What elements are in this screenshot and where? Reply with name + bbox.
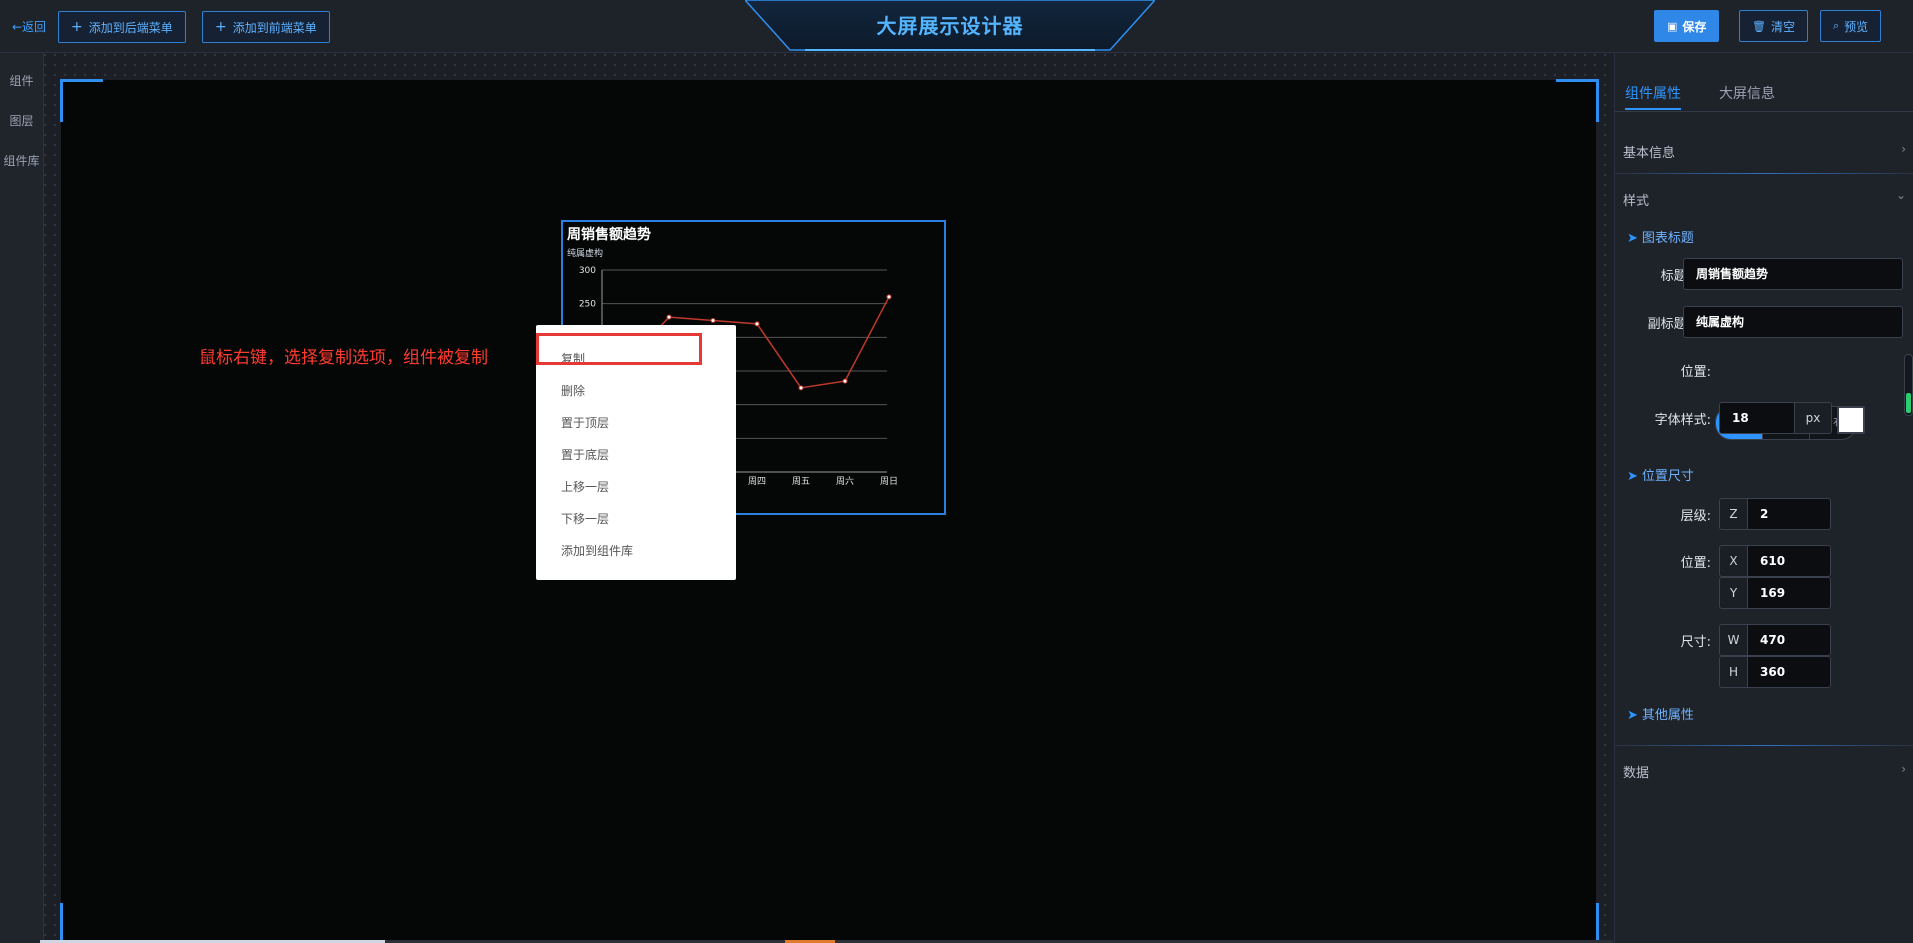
search-icon: ⌕: [1833, 19, 1840, 32]
y-position-input[interactable]: 169: [1747, 577, 1831, 609]
preview-button[interactable]: ⌕ 预览: [1820, 10, 1882, 42]
canvas-corner: [60, 903, 103, 943]
x-tick-label: 周日: [880, 476, 898, 487]
menu-item-bring-to-front[interactable]: 置于顶层: [561, 414, 609, 431]
subsection-position-size-label: 位置尺寸: [1641, 469, 1694, 484]
chevron-down-icon[interactable]: ⌄: [1896, 188, 1906, 202]
title-position-label: 位置:: [1680, 365, 1711, 380]
font-unit-label: px: [1794, 402, 1832, 434]
tab-underline: [1625, 108, 1681, 110]
back-link[interactable]: ←返回: [12, 18, 46, 35]
save-button[interactable]: ▣ 保存: [1654, 10, 1720, 42]
sidebar-item-component-library[interactable]: 组件库: [0, 141, 43, 181]
arrow-right-icon: ➤: [1627, 231, 1638, 246]
height-input[interactable]: 360: [1747, 656, 1831, 688]
position-xy-label: 位置:: [1680, 556, 1711, 571]
panel-tabs: 组件属性 大屏信息: [1615, 53, 1913, 112]
clear-button[interactable]: 🗑 清空: [1739, 10, 1808, 42]
instruction-annotation: 鼠标右键，选择复制选项，组件被复制: [199, 348, 488, 368]
tab-component-properties[interactable]: 组件属性: [1625, 83, 1681, 103]
arrow-right-icon: ➤: [1627, 708, 1638, 723]
canvas-corner: [60, 79, 103, 122]
sidebar-item-layers[interactable]: 图层: [0, 101, 43, 141]
subsection-position-size[interactable]: ➤ 位置尺寸: [1627, 465, 1694, 484]
subsection-other-properties[interactable]: ➤ 其他属性: [1627, 704, 1694, 723]
title-input[interactable]: 周销售额趋势: [1683, 258, 1903, 290]
canvas-corner: [1556, 903, 1599, 943]
divider: [1615, 173, 1913, 174]
subsection-chart-title[interactable]: ➤ 图表标题: [1627, 227, 1694, 246]
font-size-input[interactable]: 18: [1719, 402, 1795, 434]
canvas-corner: [1556, 79, 1599, 122]
tab-screen-info[interactable]: 大屏信息: [1719, 83, 1775, 103]
section-style[interactable]: 样式: [1623, 190, 1649, 209]
trash-icon: 🗑: [1752, 19, 1766, 33]
plus-icon: +: [71, 19, 83, 35]
layer-label: 层级:: [1680, 509, 1711, 524]
data-point: [754, 321, 760, 327]
add-to-backend-menu-button[interactable]: + 添加到后端菜单: [58, 11, 186, 43]
menu-item-add-to-library[interactable]: 添加到组件库: [561, 542, 633, 559]
plus-icon: +: [215, 19, 227, 35]
menu-item-delete[interactable]: 删除: [561, 382, 585, 399]
panel-scrollbar[interactable]: [1904, 354, 1913, 416]
h-prefix: H: [1719, 656, 1747, 688]
data-point: [710, 318, 716, 323]
y-prefix: Y: [1719, 577, 1747, 609]
size-label: 尺寸:: [1680, 635, 1711, 650]
left-sidebar: 组件 图层 组件库: [0, 53, 44, 943]
y-tick-label: 250: [579, 300, 596, 310]
x-tick-label: 周四: [748, 476, 766, 487]
subtitle-label: 副标题:: [1647, 317, 1691, 332]
z-index-input[interactable]: 2: [1747, 498, 1831, 530]
menu-item-move-down[interactable]: 下移一层: [561, 510, 609, 527]
add-to-frontend-menu-label: 添加到前端菜单: [232, 20, 317, 35]
divider: [1615, 111, 1913, 112]
menu-item-move-up[interactable]: 上移一层: [561, 478, 609, 495]
x-prefix: X: [1719, 545, 1747, 577]
data-point: [842, 378, 848, 384]
width-input[interactable]: 470: [1747, 624, 1831, 656]
chart-subtitle: 纯属虚构: [567, 249, 604, 259]
font-color-picker[interactable]: [1837, 406, 1865, 434]
document-icon: ▣: [1667, 19, 1678, 33]
data-point: [886, 294, 892, 300]
arrow-right-icon: ➤: [1627, 469, 1638, 484]
y-tick-label: 300: [579, 266, 596, 276]
z-prefix: Z: [1719, 498, 1747, 530]
preview-label: 预览: [1844, 19, 1869, 34]
divider: [1615, 745, 1913, 746]
x-tick-label: 周五: [792, 476, 810, 487]
x-tick-label: 周六: [836, 475, 854, 487]
properties-panel: 组件属性 大屏信息 基本信息 › 样式 ⌄ ➤ 图表标题 标题: 周销售额趋势 副…: [1614, 53, 1913, 943]
chevron-right-icon[interactable]: ›: [1901, 142, 1906, 156]
subtitle-input[interactable]: 纯属虚构: [1683, 306, 1903, 338]
highlight-box: [536, 333, 702, 365]
add-to-frontend-menu-button[interactable]: + 添加到前端菜单: [202, 11, 330, 43]
save-label: 保存: [1682, 19, 1707, 34]
sidebar-item-components[interactable]: 组件: [0, 61, 43, 101]
section-basic-info[interactable]: 基本信息: [1623, 142, 1675, 161]
menu-item-send-to-back[interactable]: 置于底层: [561, 446, 609, 463]
add-to-backend-menu-label: 添加到后端菜单: [88, 20, 173, 35]
w-prefix: W: [1719, 624, 1747, 656]
data-point: [798, 385, 804, 391]
top-bar: ←返回 + 添加到后端菜单 + 添加到前端菜单 大屏展示设计器 ▣ 保存 🗑 清…: [0, 0, 1913, 53]
section-data[interactable]: 数据: [1623, 762, 1649, 781]
data-point: [666, 314, 672, 320]
chart-title: 周销售额趋势: [567, 227, 651, 243]
subsection-other-properties-label: 其他属性: [1641, 708, 1694, 723]
subsection-chart-title-label: 图表标题: [1641, 231, 1694, 246]
x-position-input[interactable]: 610: [1747, 545, 1831, 577]
clear-label: 清空: [1770, 19, 1795, 34]
page-title: 大屏展示设计器: [876, 14, 1024, 38]
font-style-label: 字体样式:: [1654, 413, 1711, 428]
chevron-right-icon[interactable]: ›: [1901, 762, 1906, 776]
